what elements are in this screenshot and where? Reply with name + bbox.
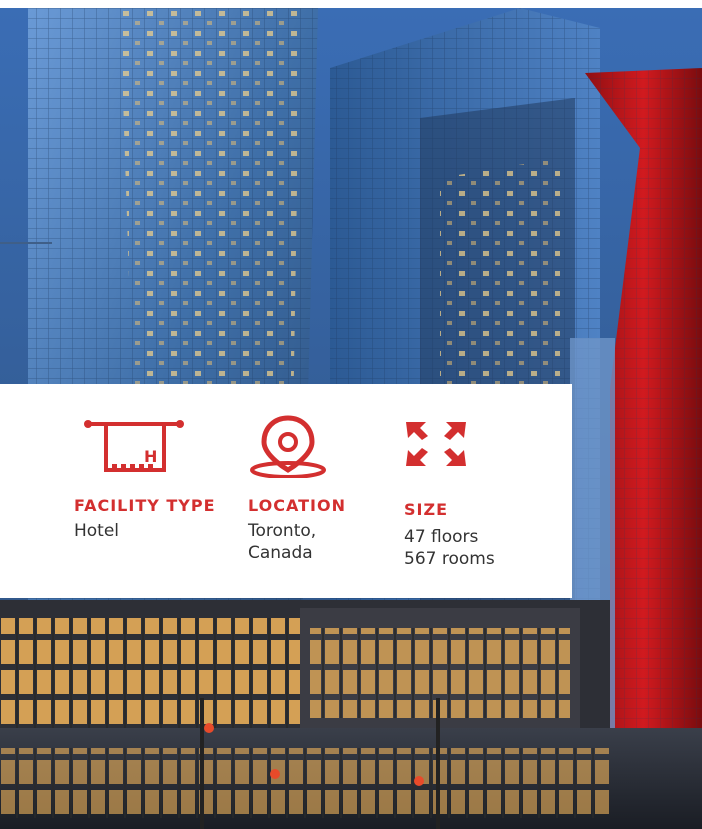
- accent-rule: [0, 242, 52, 244]
- hotel-info-card: H FACILITY TYPE Hotel LOCATION Toronto, …: [0, 0, 702, 829]
- size-value-line2: 567 rooms: [404, 549, 495, 569]
- location-value-line2: Canada: [248, 543, 313, 563]
- facility-type-value: Hotel: [74, 521, 120, 541]
- top-strip: [0, 0, 702, 8]
- size-label: SIZE: [404, 500, 449, 519]
- svg-text:H: H: [144, 447, 157, 466]
- location-value-line1: Toronto,: [248, 521, 317, 541]
- size-value-line1: 47 floors: [404, 527, 479, 547]
- facility-type-label: FACILITY TYPE: [74, 496, 216, 515]
- location-pin-icon: [250, 415, 326, 478]
- location-label: LOCATION: [248, 496, 346, 515]
- towel-hotel-icon: H: [84, 420, 184, 472]
- info-panel: H FACILITY TYPE Hotel LOCATION Toronto, …: [0, 384, 572, 598]
- expand-arrows-icon: [406, 422, 466, 466]
